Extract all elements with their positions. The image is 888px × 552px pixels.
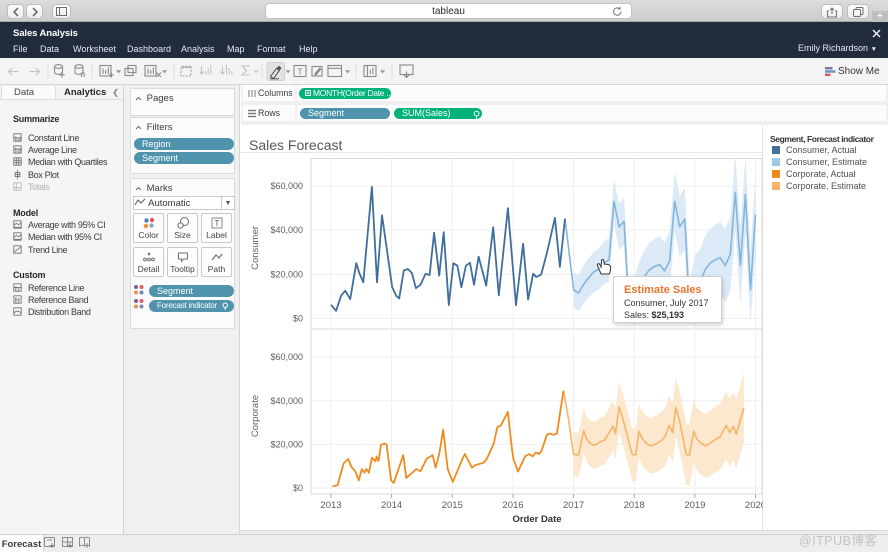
svg-text:$0: $0 [293, 483, 303, 493]
svg-text:$20,000: $20,000 [270, 439, 303, 449]
svg-text:Corporate: Corporate [250, 395, 261, 437]
svg-text:2014: 2014 [381, 500, 402, 511]
svg-text:T: T [297, 66, 302, 76]
svg-text:Consumer: Consumer [250, 226, 261, 270]
svg-text:$60,000: $60,000 [270, 352, 303, 362]
svg-text:$40,000: $40,000 [270, 225, 303, 235]
svg-text:2015: 2015 [442, 500, 463, 511]
svg-text:Order Date: Order Date [512, 514, 561, 525]
svg-text:2018: 2018 [624, 500, 645, 511]
svg-text:2020: 2020 [745, 500, 763, 511]
svg-text:2019: 2019 [684, 500, 705, 511]
svg-text:$0: $0 [293, 314, 303, 324]
svg-text:$20,000: $20,000 [270, 269, 303, 279]
svg-text:$40,000: $40,000 [270, 396, 303, 406]
svg-text:2017: 2017 [563, 500, 584, 511]
svg-text:$60,000: $60,000 [270, 181, 303, 191]
svg-text:2013: 2013 [320, 500, 341, 511]
svg-text:T: T [215, 219, 220, 228]
svg-text:2016: 2016 [502, 500, 523, 511]
